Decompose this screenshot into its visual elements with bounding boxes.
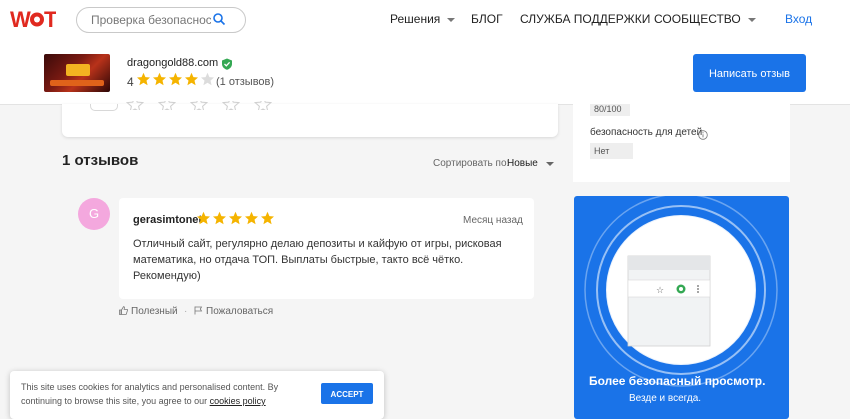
nav-support-label: СЛУЖБА ПОДДЕРЖКИ [520, 12, 651, 26]
star-filled-icon [244, 211, 259, 226]
flag-icon [194, 306, 203, 315]
chevron-down-icon[interactable] [546, 162, 554, 166]
info-icon[interactable] [698, 127, 708, 140]
star-empty-icon [200, 72, 215, 87]
star-empty-icon[interactable] [190, 101, 208, 110]
helpful-label: Полезный [131, 306, 178, 317]
kids-safety-label: безопасность для детей [590, 127, 703, 138]
cookies-policy-link[interactable]: cookies policy [210, 396, 266, 406]
star-empty-icon[interactable] [158, 101, 176, 110]
nav-blog-label: БЛОГ [471, 12, 503, 26]
nav-community-label: СООБЩЕСТВО [654, 12, 741, 26]
star-filled-icon [184, 72, 199, 87]
verified-shield-icon [221, 57, 233, 70]
rate-input-box[interactable] [90, 104, 118, 111]
sort-select[interactable]: Новые [507, 158, 538, 169]
nav-support[interactable]: СЛУЖБА ПОДДЕРЖКИ [520, 12, 650, 26]
star-filled-icon [228, 211, 243, 226]
review-author[interactable]: gerasimtonet [133, 214, 202, 226]
star-empty-icon[interactable] [222, 101, 240, 110]
chevron-down-icon [447, 17, 456, 22]
thumbs-up-icon [119, 306, 128, 315]
star-empty-icon[interactable] [254, 101, 272, 110]
sort-label: Сортировать по: [433, 158, 510, 169]
site-thumbnail [44, 54, 110, 92]
write-review-button[interactable]: Написать отзыв [693, 54, 806, 92]
svg-text:☆: ☆ [656, 286, 664, 296]
rate-stars-input[interactable] [126, 101, 286, 119]
report-button[interactable]: Пожаловаться [194, 306, 273, 317]
wot-logo[interactable]: W T [10, 6, 58, 32]
kids-safety-value: Нет [590, 143, 633, 159]
search-icon[interactable] [212, 12, 226, 26]
safety-score: 80/100 [590, 104, 630, 116]
review-date: Месяц назад [463, 215, 523, 226]
svg-text:T: T [44, 7, 56, 32]
chevron-down-icon [747, 17, 756, 22]
site-rating-stars [136, 72, 216, 90]
nav-solutions[interactable]: Решения [390, 12, 456, 26]
avatar: G [78, 198, 110, 230]
reviews-count[interactable]: (1 отзывов) [216, 76, 274, 88]
nav-solutions-label: Решения [390, 12, 441, 26]
nav-blog[interactable]: БЛОГ [471, 12, 503, 26]
promo-subtitle: Везде и всегда. [629, 393, 702, 404]
star-filled-icon [196, 211, 211, 226]
nav-community[interactable]: СООБЩЕСТВО [654, 12, 756, 26]
star-filled-icon [212, 211, 227, 226]
cookie-message: This site uses cookies for analytics and… [21, 380, 311, 408]
site-domain: dragongold88.com [127, 57, 219, 69]
search-box[interactable] [76, 7, 246, 33]
promo-title: Более безопасный просмотр. [589, 374, 766, 388]
star-filled-icon [168, 72, 183, 87]
accept-cookies-button[interactable]: ACCEPT [321, 383, 373, 404]
star-filled-icon [260, 211, 275, 226]
helpful-button[interactable]: Полезный [119, 306, 178, 317]
report-label: Пожаловаться [206, 306, 274, 317]
rating-value: 4 [127, 75, 134, 89]
star-filled-icon [136, 72, 151, 87]
reviews-heading: 1 отзывов [62, 152, 139, 169]
search-input[interactable] [91, 11, 211, 29]
separator-dot: · [184, 306, 188, 317]
review-rating-stars [196, 211, 276, 229]
login-link[interactable]: Вход [785, 12, 812, 26]
review-text: Отличный сайт, регулярно делаю депозиты … [133, 238, 502, 282]
star-filled-icon [152, 72, 167, 87]
star-empty-icon[interactable] [126, 101, 144, 110]
svg-text:W: W [10, 7, 31, 32]
